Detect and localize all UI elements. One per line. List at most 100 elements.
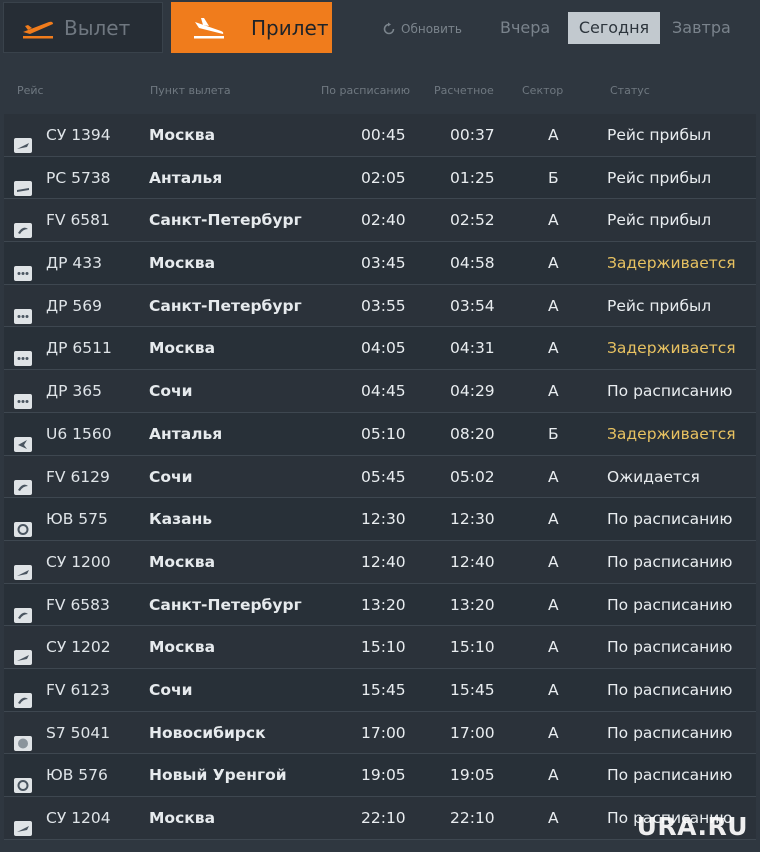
flight-row[interactable]: FV 6129 Сочи 05:45 05:02 А Ожидается <box>4 455 756 499</box>
flight-status: По расписанию <box>607 382 733 401</box>
origin-city: Москва <box>149 809 216 827</box>
flight-row[interactable]: ДР 433 Москва 03:45 04:58 А Задерживается <box>4 242 756 285</box>
day-tomorrow[interactable]: Завтра <box>672 12 731 44</box>
estimated-time: 12:40 <box>450 552 495 571</box>
scheduled-time: 12:30 <box>361 510 406 529</box>
sector: А <box>548 339 559 358</box>
flight-number: РС 5738 <box>46 168 111 187</box>
estimated-time: 15:10 <box>450 638 495 657</box>
sector: А <box>548 723 559 742</box>
sector: А <box>548 510 559 529</box>
flight-row[interactable]: ЮВ 576 Новый Уренгой 19:05 19:05 А По расписа… <box>4 754 756 797</box>
flight-number: ДР 569 <box>46 296 102 315</box>
flight-status: По расписанию <box>607 766 733 785</box>
airline-logo-icon <box>14 383 36 410</box>
tab-arrival-label: Прилет <box>251 15 329 40</box>
flight-row[interactable]: ДР 6511 Москва 04:05 04:31 А Задерживается <box>4 327 756 371</box>
flight-number: СУ 1394 <box>46 126 111 144</box>
scheduled-time: 03:55 <box>361 296 406 315</box>
origin-city: Казань <box>149 510 213 529</box>
scheduled-time: 02:05 <box>361 168 406 187</box>
sector: А <box>548 126 559 144</box>
flight-number: СУ 1200 <box>46 552 111 571</box>
flight-number: ДР 433 <box>46 254 102 273</box>
flight-status: По расписанию <box>607 595 733 614</box>
estimated-time: 04:29 <box>450 382 495 401</box>
flight-row[interactable]: СУ 1202 Москва 15:10 15:10 А По расписанию <box>4 626 756 669</box>
origin-city: Новосибирск <box>149 723 266 742</box>
flight-status: Задерживается <box>607 254 736 273</box>
airline-logo-icon <box>14 426 36 452</box>
sector: А <box>548 680 559 699</box>
airline-logo-icon <box>14 511 36 538</box>
flight-number: ДР 6511 <box>46 339 112 358</box>
flight-row[interactable]: СУ 1394 Москва 00:45 00:37 А Рейс прибыл <box>4 114 756 157</box>
flight-row[interactable]: FV 6581 Санкт-Петербург 02:40 02:52 А Рейс пр… <box>4 199 756 243</box>
flight-status: По расписанию <box>607 552 733 571</box>
sector: А <box>548 467 559 486</box>
flight-status: Ожидается <box>607 467 700 486</box>
flight-row[interactable]: СУ 1200 Москва 12:40 12:40 А По расписанию <box>4 540 756 584</box>
airline-logo-icon <box>14 298 36 324</box>
estimated-time: 05:02 <box>450 467 495 486</box>
flight-row[interactable]: РС 5738 Анталья 02:05 01:25 Б Рейс прибыл <box>4 156 756 200</box>
flight-row[interactable]: FV 6583 Санкт-Петербург 13:20 13:20 А По расп… <box>4 583 756 627</box>
flight-number: ДР 365 <box>46 382 102 401</box>
col-scheduled: По расписанию <box>321 84 410 97</box>
estimated-time: 01:25 <box>450 168 495 187</box>
airline-logo-icon <box>14 255 36 282</box>
departure-plane-icon <box>18 15 58 41</box>
flight-row[interactable]: U6 1560 Анталья 05:10 08:20 Б Задерживается <box>4 412 756 456</box>
origin-city: Москва <box>149 254 216 273</box>
tab-arrival[interactable]: Прилет <box>171 2 332 53</box>
refresh-button[interactable]: Обновить <box>382 20 462 38</box>
origin-city: Санкт-Петербург <box>149 595 302 614</box>
sector: А <box>548 809 559 827</box>
origin-city: Анталья <box>149 168 223 187</box>
estimated-time: 19:05 <box>450 766 495 785</box>
flight-status: По расписанию <box>607 510 733 529</box>
flight-number: FV 6581 <box>46 211 110 230</box>
estimated-time: 02:52 <box>450 211 495 230</box>
origin-city: Москва <box>149 126 216 144</box>
arrival-plane-icon <box>189 15 229 41</box>
flight-number: FV 6123 <box>46 680 110 699</box>
airline-logo-icon <box>14 725 36 751</box>
flight-row[interactable]: FV 6123 Сочи 15:45 15:45 А По расписанию <box>4 668 756 712</box>
flight-row[interactable]: ДР 569 Санкт-Петербург 03:55 03:54 А Рейс при… <box>4 284 756 328</box>
flight-status: Рейс прибыл <box>607 296 712 315</box>
tab-departure[interactable]: Вылет <box>3 2 163 53</box>
flight-table: СУ 1394 Москва 00:45 00:37 А Рейс прибыл РС 57… <box>4 114 756 840</box>
flight-status: По расписанию <box>607 638 733 657</box>
scheduled-time: 00:45 <box>361 126 406 144</box>
airline-logo-icon <box>14 340 36 367</box>
sector: А <box>548 296 559 315</box>
airline-logo-icon <box>14 597 36 623</box>
estimated-time: 03:54 <box>450 296 495 315</box>
sector: А <box>548 254 559 273</box>
airline-logo-icon <box>14 170 36 196</box>
col-estimated: Расчетное <box>434 84 494 97</box>
flight-status: Задерживается <box>607 339 736 358</box>
top-bar: Вылет Прилет Обновить Вчера Сегодня Завт… <box>0 0 760 58</box>
flight-row[interactable]: S7 5041 Новосибирск 17:00 17:00 А По расписан… <box>4 711 756 755</box>
estimated-time: 08:20 <box>450 424 495 443</box>
column-headers: Рейс Пункт вылета По расписанию Расчетно… <box>0 84 760 102</box>
flight-row[interactable]: ЮВ 575 Казань 12:30 12:30 А По расписанию <box>4 498 756 541</box>
sector: А <box>548 211 559 230</box>
sector: Б <box>548 168 559 187</box>
flight-number: S7 5041 <box>46 723 111 742</box>
flight-number: FV 6129 <box>46 467 110 486</box>
day-yesterday[interactable]: Вчера <box>500 12 550 44</box>
origin-city: Новый Уренгой <box>149 766 287 785</box>
col-origin: Пункт вылета <box>150 84 231 97</box>
flight-number: СУ 1202 <box>46 638 111 657</box>
ura-watermark: URA.RU <box>636 812 748 841</box>
origin-city: Москва <box>149 552 216 571</box>
flight-row[interactable]: ДР 365 Сочи 04:45 04:29 А По расписанию <box>4 370 756 413</box>
day-today[interactable]: Сегодня <box>568 12 660 44</box>
scheduled-time: 03:45 <box>361 254 406 273</box>
flight-status: Рейс прибыл <box>607 211 712 230</box>
flight-number: ЮВ 575 <box>46 510 108 529</box>
scheduled-time: 05:45 <box>361 467 406 486</box>
